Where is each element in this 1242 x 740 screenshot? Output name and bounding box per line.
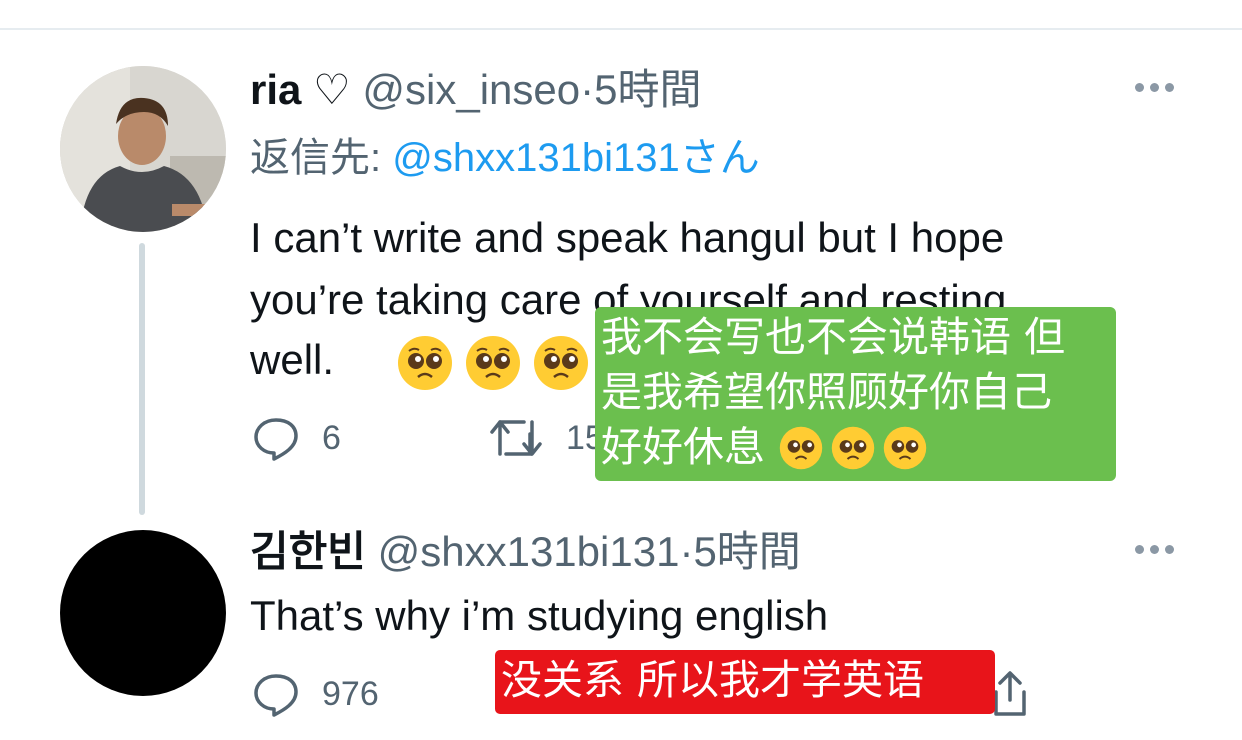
pleading-face-icon bbox=[534, 335, 589, 390]
overlay-green-line3-row: 好好休息 bbox=[601, 420, 1110, 475]
reply-bubble-icon bbox=[254, 418, 298, 461]
reply-context: 返信先: @shxx131bi131さん bbox=[250, 132, 760, 184]
overlay-green-line1: 我不会写也不会说韩语 但 bbox=[601, 313, 1066, 361]
overlay-green-line3: 好好休息 bbox=[601, 423, 765, 471]
pleading-face-icon bbox=[883, 426, 927, 469]
reply-button[interactable]: 976 bbox=[252, 670, 379, 718]
reply-count: 6 bbox=[322, 418, 341, 457]
avatar-ria[interactable] bbox=[60, 66, 226, 232]
top-divider bbox=[0, 28, 1242, 30]
translation-overlay-red: 没关系 所以我才学英语 bbox=[495, 650, 995, 714]
retweet-icon bbox=[490, 420, 542, 456]
tweet1-text-line3: well. bbox=[250, 328, 601, 392]
display-name[interactable]: 김한빈 bbox=[250, 528, 366, 575]
share-icon bbox=[994, 671, 1026, 716]
tweet1-header: ria ♡ @six_inseo·5時間 bbox=[250, 64, 701, 116]
separator: · bbox=[580, 66, 595, 113]
share-button[interactable] bbox=[990, 668, 1030, 718]
thread-line bbox=[139, 243, 145, 515]
heart-badge-icon: ♡ bbox=[313, 66, 351, 113]
retweet-button[interactable]: 15 bbox=[488, 414, 604, 462]
display-name[interactable]: ria bbox=[250, 66, 301, 113]
reply-to-link[interactable]: @shxx131bi131さん bbox=[392, 136, 759, 180]
tweet2-header: 김한빈 @shxx131bi131·5時間 bbox=[250, 526, 801, 578]
pleading-face-icon bbox=[779, 426, 823, 469]
reply-prefix: 返信先: bbox=[250, 136, 393, 180]
pleading-face-icon bbox=[398, 335, 453, 390]
tweet2-text: That’s why i’m studying english bbox=[250, 592, 829, 639]
overlay-green-line2: 是我希望你照顾好你自己 bbox=[601, 368, 1052, 416]
timestamp[interactable]: 5時間 bbox=[693, 528, 800, 575]
reply-bubble-icon bbox=[254, 674, 298, 717]
translation-overlay-green: 我不会写也不会说韩语 但 是我希望你照顾好你自己 好好休息 bbox=[595, 307, 1116, 481]
tweet1-text-well: well. bbox=[250, 336, 335, 383]
pleading-face-icon bbox=[831, 426, 875, 469]
separator: · bbox=[679, 528, 694, 575]
pleading-face-icon bbox=[466, 335, 521, 390]
avatar-kim[interactable] bbox=[60, 530, 226, 696]
handle[interactable]: @six_inseo bbox=[362, 66, 580, 113]
more-horizontal-icon[interactable] bbox=[1135, 545, 1174, 554]
reply-count: 976 bbox=[322, 674, 379, 713]
timestamp[interactable]: 5時間 bbox=[594, 66, 701, 113]
handle[interactable]: @shxx131bi131 bbox=[378, 528, 680, 575]
more-horizontal-icon[interactable] bbox=[1135, 83, 1174, 92]
reply-button[interactable]: 6 bbox=[252, 414, 341, 462]
tweet1-text-line1: I can’t write and speak hangul but I hop… bbox=[250, 214, 1005, 261]
